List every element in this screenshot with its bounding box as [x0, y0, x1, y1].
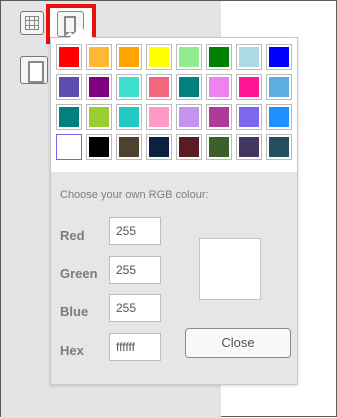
- color-preview: [199, 238, 261, 300]
- swatch-fill: [209, 77, 229, 97]
- swatch-fill: [269, 77, 289, 97]
- swatch-fill: [149, 77, 169, 97]
- rgb-title: Choose your own RGB colour:: [60, 189, 209, 201]
- hex-label: Hex: [60, 343, 84, 358]
- color-swatch[interactable]: [266, 74, 292, 100]
- page-icon: [28, 61, 44, 83]
- color-swatch[interactable]: [56, 104, 82, 130]
- swatch-fill: [179, 47, 199, 67]
- swatch-fill: [89, 107, 109, 127]
- color-swatch[interactable]: [236, 134, 262, 160]
- color-swatch[interactable]: [206, 134, 232, 160]
- color-swatch[interactable]: [116, 74, 142, 100]
- close-button[interactable]: Close: [185, 328, 291, 358]
- color-picker-popup: Choose your own RGB colour: Red 255 Gree…: [50, 27, 298, 385]
- color-swatch[interactable]: [146, 44, 172, 70]
- color-swatch[interactable]: [86, 134, 112, 160]
- page-tool-button[interactable]: [20, 56, 48, 84]
- color-swatch[interactable]: [176, 104, 202, 130]
- blue-label: Blue: [60, 304, 89, 319]
- color-swatch[interactable]: [116, 134, 142, 160]
- swatch-fill: [119, 137, 139, 157]
- swatch-area: [51, 38, 297, 172]
- red-field[interactable]: 255: [109, 217, 161, 245]
- blue-field[interactable]: 255: [109, 294, 161, 322]
- color-swatch[interactable]: [206, 104, 232, 130]
- color-swatch[interactable]: [176, 44, 202, 70]
- red-label: Red: [60, 228, 85, 243]
- color-swatch[interactable]: [236, 104, 262, 130]
- color-swatch[interactable]: [236, 44, 262, 70]
- swatch-fill: [59, 107, 79, 127]
- swatch-fill: [239, 77, 259, 97]
- color-swatch[interactable]: [56, 74, 82, 100]
- swatch-fill: [209, 137, 229, 157]
- green-label: Green: [60, 266, 98, 281]
- color-swatch[interactable]: [206, 44, 232, 70]
- grid-tool-button[interactable]: [20, 11, 44, 35]
- color-swatch[interactable]: [146, 134, 172, 160]
- color-swatch[interactable]: [206, 74, 232, 100]
- swatch-fill: [269, 47, 289, 67]
- grid-icon: [25, 16, 39, 30]
- color-swatch[interactable]: [56, 134, 82, 160]
- swatch-fill: [269, 137, 289, 157]
- swatch-fill: [179, 137, 199, 157]
- swatch-fill: [119, 47, 139, 67]
- color-swatch[interactable]: [266, 44, 292, 70]
- swatch-fill: [59, 77, 79, 97]
- swatch-fill: [149, 137, 169, 157]
- hex-field[interactable]: ffffff: [109, 333, 161, 361]
- swatch-fill: [209, 107, 229, 127]
- color-swatch[interactable]: [146, 104, 172, 130]
- swatch-fill: [239, 47, 259, 67]
- swatch-fill: [239, 137, 259, 157]
- color-swatch[interactable]: [266, 134, 292, 160]
- color-swatch[interactable]: [116, 104, 142, 130]
- color-swatch[interactable]: [266, 104, 292, 130]
- swatch-fill: [119, 77, 139, 97]
- color-swatch[interactable]: [146, 74, 172, 100]
- color-swatch[interactable]: [236, 74, 262, 100]
- swatch-fill: [209, 47, 229, 67]
- swatch-fill: [179, 77, 199, 97]
- swatch-fill: [89, 47, 109, 67]
- swatch-fill: [149, 107, 169, 127]
- swatch-fill: [59, 47, 79, 67]
- swatch-fill: [89, 77, 109, 97]
- color-swatch[interactable]: [86, 44, 112, 70]
- color-swatch[interactable]: [116, 44, 142, 70]
- color-swatch[interactable]: [86, 104, 112, 130]
- green-field[interactable]: 255: [109, 256, 161, 284]
- swatch-fill: [59, 137, 79, 157]
- color-swatch[interactable]: [176, 134, 202, 160]
- popup-arrow: [69, 27, 93, 38]
- swatch-fill: [149, 47, 169, 67]
- swatch-fill: [239, 107, 259, 127]
- swatch-fill: [269, 107, 289, 127]
- swatch-fill: [89, 137, 109, 157]
- color-swatch[interactable]: [176, 74, 202, 100]
- color-swatch[interactable]: [56, 44, 82, 70]
- color-swatch[interactable]: [86, 74, 112, 100]
- swatch-fill: [179, 107, 199, 127]
- swatch-fill: [119, 107, 139, 127]
